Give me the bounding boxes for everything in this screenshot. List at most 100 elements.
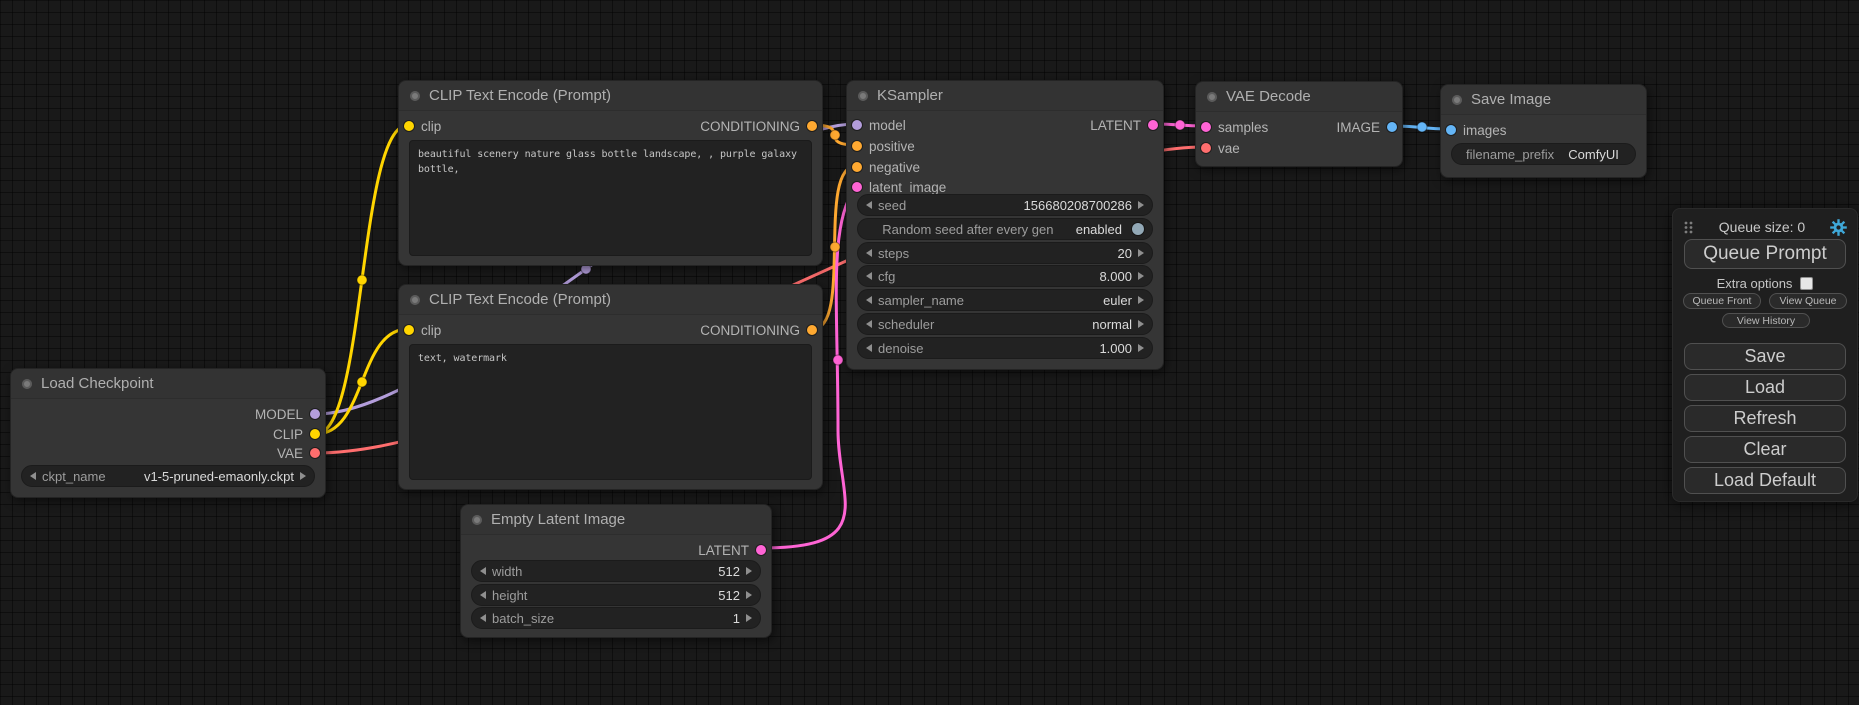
node-title-bar[interactable]: Save Image — [1441, 85, 1646, 115]
decrement-arrow-icon[interactable] — [866, 201, 872, 209]
node-title-bar[interactable]: Empty Latent Image — [461, 505, 771, 535]
view-history-button[interactable]: View History — [1722, 313, 1810, 328]
node-title-bar[interactable]: CLIP Text Encode (Prompt) — [399, 285, 822, 315]
toggle-dot-icon[interactable] — [1132, 223, 1144, 235]
positive-prompt-textarea[interactable]: beautiful scenery nature glass bottle la… — [409, 140, 812, 256]
input-slot-clip[interactable]: clip — [404, 321, 441, 339]
decrement-arrow-icon[interactable] — [866, 249, 872, 257]
decrement-arrow-icon[interactable] — [480, 567, 486, 575]
increment-arrow-icon[interactable] — [300, 472, 306, 480]
sampler-name-widget[interactable]: sampler_name euler — [857, 289, 1153, 311]
height-widget[interactable]: height 512 — [471, 584, 761, 606]
output-slot-image[interactable]: IMAGE — [1336, 118, 1397, 136]
increment-arrow-icon[interactable] — [1138, 320, 1144, 328]
latent-slot-dot-icon[interactable] — [1201, 122, 1211, 132]
increment-arrow-icon[interactable] — [746, 614, 752, 622]
increment-arrow-icon[interactable] — [1138, 201, 1144, 209]
cfg-widget[interactable]: cfg 8.000 — [857, 265, 1153, 287]
output-slot-clip[interactable]: CLIP — [273, 425, 320, 443]
vae-slot-dot-icon[interactable] — [1201, 143, 1211, 153]
increment-arrow-icon[interactable] — [1138, 344, 1144, 352]
output-slot-latent[interactable]: LATENT — [1090, 116, 1158, 134]
image-slot-dot-icon[interactable] — [1446, 125, 1456, 135]
model-slot-dot-icon[interactable] — [852, 120, 862, 130]
denoise-widget[interactable]: denoise 1.000 — [857, 337, 1153, 359]
decrement-arrow-icon[interactable] — [866, 320, 872, 328]
comfyui-canvas[interactable]: { "colors": { "model": "#B39DDB", "clip"… — [0, 0, 1859, 705]
clip-slot-dot-icon[interactable] — [310, 429, 320, 439]
output-slot-model[interactable]: MODEL — [255, 405, 320, 423]
clear-button[interactable]: Clear — [1684, 436, 1846, 463]
decrement-arrow-icon[interactable] — [480, 591, 486, 599]
output-slot-conditioning[interactable]: CONDITIONING — [700, 321, 817, 339]
clip-slot-dot-icon[interactable] — [404, 325, 414, 335]
input-slot-vae[interactable]: vae — [1201, 139, 1240, 157]
increment-arrow-icon[interactable] — [1138, 249, 1144, 257]
increment-arrow-icon[interactable] — [1138, 296, 1144, 304]
drag-handle-icon[interactable] — [1683, 220, 1694, 235]
filename-prefix-widget[interactable]: filename_prefix ComfyUI — [1451, 143, 1636, 165]
node-title-bar[interactable]: VAE Decode — [1196, 82, 1402, 112]
decrement-arrow-icon[interactable] — [866, 344, 872, 352]
input-slot-images[interactable]: images — [1446, 121, 1507, 139]
latent-slot-dot-icon[interactable] — [1148, 120, 1158, 130]
node-save-image[interactable]: Save Image images filename_prefix ComfyU… — [1440, 84, 1647, 178]
input-slot-clip[interactable]: clip — [404, 117, 441, 135]
node-title: CLIP Text Encode (Prompt) — [429, 87, 611, 104]
input-slot-positive[interactable]: positive — [852, 137, 915, 155]
width-widget[interactable]: width 512 — [471, 560, 761, 582]
image-slot-dot-icon[interactable] — [1387, 122, 1397, 132]
negative-prompt-textarea[interactable]: text, watermark — [409, 344, 812, 480]
batch-size-widget[interactable]: batch_size 1 — [471, 607, 761, 629]
output-slot-latent[interactable]: LATENT — [698, 541, 766, 559]
queue-front-button[interactable]: Queue Front — [1683, 293, 1761, 309]
vae-slot-dot-icon[interactable] — [310, 448, 320, 458]
refresh-button[interactable]: Refresh — [1684, 405, 1846, 432]
scheduler-widget[interactable]: scheduler normal — [857, 313, 1153, 335]
view-queue-button[interactable]: View Queue — [1769, 293, 1847, 309]
seed-widget[interactable]: seed 156680208700286 — [857, 194, 1153, 216]
load-button[interactable]: Load — [1684, 374, 1846, 401]
save-button[interactable]: Save — [1684, 343, 1846, 370]
output-slot-vae[interactable]: VAE — [277, 444, 320, 462]
random-seed-toggle-widget[interactable]: Random seed after every gen enabled — [857, 218, 1153, 240]
increment-arrow-icon[interactable] — [1138, 272, 1144, 280]
conditioning-slot-dot-icon[interactable] — [807, 325, 817, 335]
settings-gear-icon[interactable] — [1830, 219, 1847, 236]
node-ksampler[interactable]: KSampler model LATENT positive negative … — [846, 80, 1164, 370]
clip-slot-dot-icon[interactable] — [404, 121, 414, 131]
increment-arrow-icon[interactable] — [746, 567, 752, 575]
decrement-arrow-icon[interactable] — [480, 614, 486, 622]
node-clip-text-encode-positive[interactable]: CLIP Text Encode (Prompt) clip CONDITION… — [398, 80, 823, 266]
node-title-bar[interactable]: CLIP Text Encode (Prompt) — [399, 81, 822, 111]
node-title-bar[interactable]: KSampler — [847, 81, 1163, 111]
increment-arrow-icon[interactable] — [746, 591, 752, 599]
queue-size-label: Queue size: 0 — [1694, 219, 1830, 235]
load-default-button[interactable]: Load Default — [1684, 467, 1846, 494]
decrement-arrow-icon[interactable] — [30, 472, 36, 480]
node-empty-latent-image[interactable]: Empty Latent Image LATENT width 512 heig… — [460, 504, 772, 638]
widget-label: sampler_name — [878, 293, 964, 308]
output-slot-conditioning[interactable]: CONDITIONING — [700, 117, 817, 135]
input-slot-model[interactable]: model — [852, 116, 906, 134]
input-slot-samples[interactable]: samples — [1201, 118, 1268, 136]
conditioning-slot-dot-icon[interactable] — [807, 121, 817, 131]
node-title-bar[interactable]: Load Checkpoint — [11, 369, 325, 399]
widget-value: 1.000 — [936, 341, 1132, 356]
decrement-arrow-icon[interactable] — [866, 296, 872, 304]
node-load-checkpoint[interactable]: Load Checkpoint MODEL CLIP VAE ckpt_name… — [10, 368, 326, 498]
input-slot-negative[interactable]: negative — [852, 158, 920, 176]
ckpt-name-widget[interactable]: ckpt_name v1-5-pruned-emaonly.ckpt — [21, 465, 315, 487]
latent-slot-dot-icon[interactable] — [756, 545, 766, 555]
model-slot-dot-icon[interactable] — [310, 409, 320, 419]
conditioning-slot-dot-icon[interactable] — [852, 141, 862, 151]
latent-slot-dot-icon[interactable] — [852, 182, 862, 192]
extra-options-checkbox[interactable] — [1800, 277, 1813, 290]
node-clip-text-encode-negative[interactable]: CLIP Text Encode (Prompt) clip CONDITION… — [398, 284, 823, 490]
decrement-arrow-icon[interactable] — [866, 272, 872, 280]
node-vae-decode[interactable]: VAE Decode samples IMAGE vae — [1195, 81, 1403, 167]
steps-widget[interactable]: steps 20 — [857, 242, 1153, 264]
conditioning-slot-dot-icon[interactable] — [852, 162, 862, 172]
queue-panel[interactable]: Queue size: 0 Queue Prompt Extra options… — [1672, 208, 1858, 502]
queue-prompt-button[interactable]: Queue Prompt — [1684, 239, 1846, 269]
